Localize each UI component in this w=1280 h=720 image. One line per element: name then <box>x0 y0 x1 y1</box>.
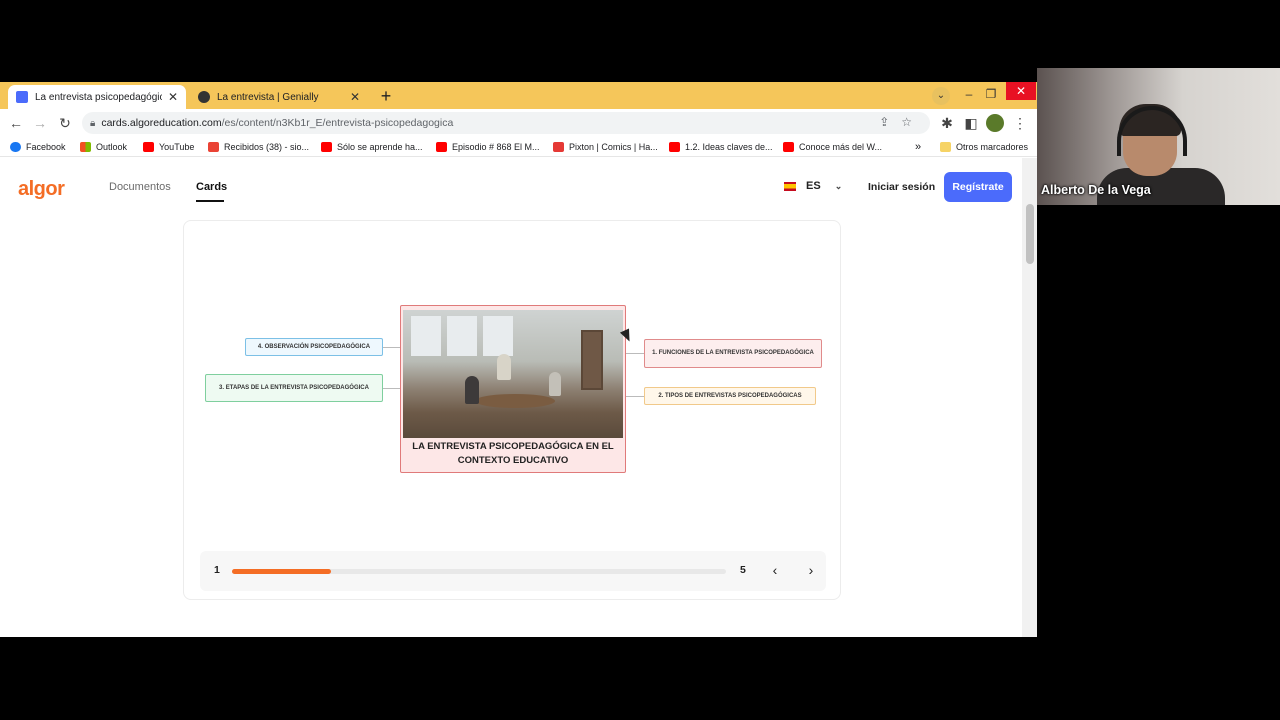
mindmap-node-4[interactable]: 4. OBSERVACIÓN PSICOPEDAGÓGICA <box>245 338 383 356</box>
register-button[interactable]: Regístrate <box>944 172 1012 202</box>
connector-line <box>383 388 400 389</box>
webcam-overlay: Alberto De la Vega <box>1037 68 1280 205</box>
tab-title: La entrevista psicopedagógica en <box>35 91 162 103</box>
bookmark-gmail[interactable]: Recibidos (38) - sio... <box>208 140 309 154</box>
spain-flag-icon <box>784 181 796 191</box>
algor-logo[interactable]: algor <box>18 178 65 201</box>
nav-documentos[interactable]: Documentos <box>109 181 171 193</box>
youtube-icon <box>143 142 154 152</box>
tab-genially[interactable]: La entrevista | Genially ✕ <box>190 85 368 109</box>
bookmarks-overflow[interactable]: » <box>915 140 921 154</box>
classroom-illustration <box>403 310 623 438</box>
progress-track <box>232 569 726 574</box>
progress-fill <box>232 569 331 574</box>
tab-strip: La entrevista psicopedagógica en ✕ La en… <box>0 82 1037 109</box>
browser-toolbar: ← → ↻ 🔒︎ cards.algoreducation.com/es/con… <box>0 109 1037 137</box>
url-host: cards.algoreducation.com <box>101 117 222 129</box>
bookmark-other[interactable]: Otros marcadores <box>940 140 1028 154</box>
chevron-left-icon[interactable]: ‹ <box>766 561 784 579</box>
page-scrollbar[interactable] <box>1022 158 1037 637</box>
connector-line <box>383 347 400 348</box>
plus-icon[interactable]: + <box>375 87 397 107</box>
login-link[interactable]: Iniciar sesión <box>868 181 935 193</box>
url-path: /es/content/n3Kb1r_E/entrevista-psicoped… <box>221 117 454 129</box>
card-pager: 1 5 ‹ › <box>200 551 826 591</box>
facebook-icon <box>10 142 21 152</box>
youtube-icon <box>783 142 794 152</box>
back-arrow-icon[interactable]: ← <box>7 114 25 132</box>
chevron-right-icon[interactable]: › <box>802 561 820 579</box>
gmail-icon <box>208 142 219 152</box>
tab-algor[interactable]: La entrevista psicopedagógica en ✕ <box>8 85 186 109</box>
chevron-down-icon: ⌄ <box>834 180 843 191</box>
bookmarks-bar: Facebook Outlook YouTube Recibidos (38) … <box>0 137 1037 157</box>
address-bar[interactable]: 🔒︎ cards.algoreducation.com/es/content/n… <box>82 112 930 134</box>
mindmap-center-title: LA ENTREVISTA PSICOPEDAGÓGICA EN EL CONT… <box>412 441 614 466</box>
mindmap-node-1[interactable]: 1. FUNCIONES DE LA ENTREVISTA PSICOPEDAG… <box>644 339 822 368</box>
screen: La entrevista psicopedagógica en ✕ La en… <box>0 0 1280 720</box>
minimize-icon[interactable]: – <box>958 84 980 104</box>
extensions-puzzle-icon[interactable]: ✱ <box>938 114 956 132</box>
side-panel-icon[interactable]: ◧ <box>962 114 980 132</box>
connector-line <box>626 396 644 397</box>
presenter-name: Alberto De la Vega <box>1041 183 1151 197</box>
mindmap-node-2[interactable]: 2. TIPOS DE ENTREVISTAS PSICOPEDAGÓGICAS <box>644 387 816 405</box>
pixton-icon <box>553 142 564 152</box>
youtube-icon <box>669 142 680 152</box>
window-close-icon[interactable]: ✕ <box>1006 82 1036 100</box>
bookmark-facebook[interactable]: Facebook <box>10 140 66 154</box>
bookmark-youtube-4[interactable]: 1.2. Ideas claves de... <box>669 140 773 154</box>
tab-title: La entrevista | Genially <box>217 91 319 103</box>
mindmap-node-3[interactable]: 3. ETAPAS DE LA ENTREVISTA PSICOPEDAGÓGI… <box>205 374 383 402</box>
algor-favicon-icon <box>16 91 28 103</box>
bookmark-youtube-2[interactable]: Sólo se aprende ha... <box>321 140 423 154</box>
tab-close-icon[interactable]: ✕ <box>168 91 178 103</box>
forward-arrow-icon[interactable]: → <box>31 114 49 132</box>
current-page: 1 <box>214 564 220 576</box>
restore-icon[interactable]: ❐ <box>980 84 1002 104</box>
mindmap-center-node[interactable]: LA ENTREVISTA PSICOPEDAGÓGICA EN EL CONT… <box>400 305 626 473</box>
language-code: ES <box>806 180 821 192</box>
total-pages: 5 <box>740 564 746 576</box>
bookmark-youtube-3[interactable]: Episodio # 868 El M... <box>436 140 540 154</box>
nav-cards[interactable]: Cards <box>196 181 227 193</box>
microsoft-icon <box>80 142 91 152</box>
reload-icon[interactable]: ↻ <box>56 114 74 132</box>
bookmark-youtube[interactable]: YouTube <box>143 140 194 154</box>
bookmark-outlook[interactable]: Outlook <box>80 140 127 154</box>
tab-close-icon[interactable]: ✕ <box>350 91 360 103</box>
connector-line <box>626 353 644 354</box>
profile-avatar[interactable] <box>986 114 1004 132</box>
share-star-icon[interactable]: ⇪☆ <box>879 115 924 129</box>
flashcard: 4. OBSERVACIÓN PSICOPEDAGÓGICA 3. ETAPAS… <box>183 220 841 600</box>
tab-search-chevron-icon[interactable]: ⌄ <box>932 87 950 105</box>
lock-icon: 🔒︎ <box>90 117 96 129</box>
page-content: algor Documentos Cards ES ⌄ Iniciar sesi… <box>0 158 1022 637</box>
genially-favicon-icon <box>198 91 210 103</box>
language-selector[interactable]: ES ⌄ <box>784 180 842 192</box>
youtube-icon <box>436 142 447 152</box>
bookmark-youtube-5[interactable]: Conoce más del W... <box>783 140 882 154</box>
menu-kebab-icon[interactable]: ⋮ <box>1011 114 1029 132</box>
youtube-icon <box>321 142 332 152</box>
folder-icon <box>940 142 951 152</box>
nav-active-underline <box>196 200 224 202</box>
browser-window: La entrevista psicopedagógica en ✕ La en… <box>0 82 1037 637</box>
scrollbar-thumb[interactable] <box>1026 204 1034 264</box>
bookmark-pixton[interactable]: Pixton | Comics | Ha... <box>553 140 658 154</box>
